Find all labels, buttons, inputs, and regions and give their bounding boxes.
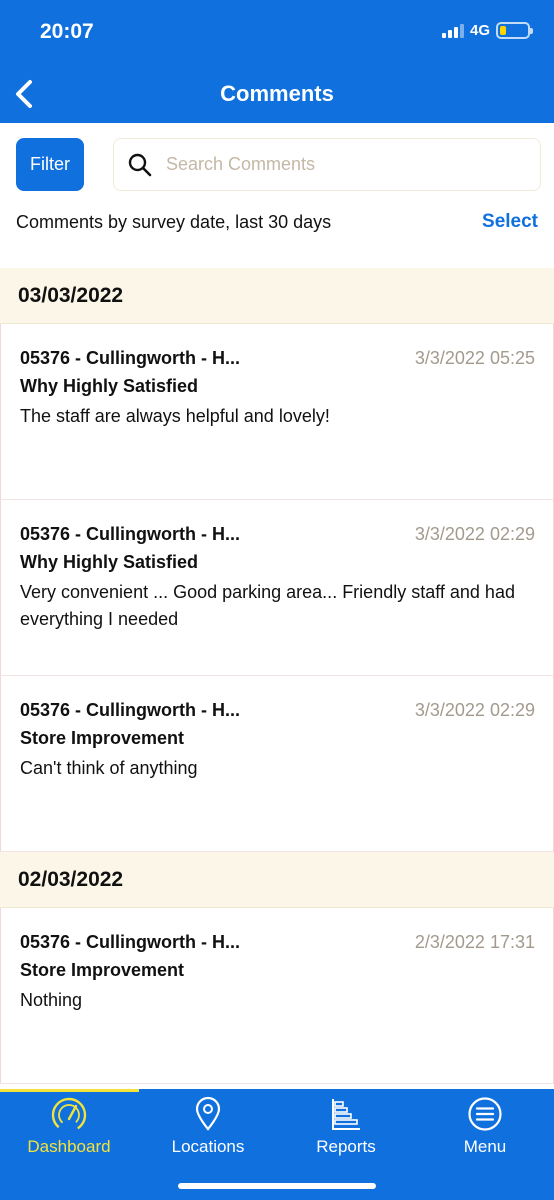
location-pin-icon — [193, 1095, 223, 1133]
comment-text: Nothing — [20, 990, 83, 1010]
comment-question: Store Improvement — [20, 728, 185, 748]
tab-reports[interactable]: Reports — [277, 1095, 415, 1165]
comment-store: 05376 - Cullingworth - H... — [20, 348, 241, 368]
home-indicator — [178, 1183, 376, 1189]
search-input[interactable] — [166, 154, 526, 175]
comment-item[interactable]: 05376 - Cullingworth - H... 3/3/2022 02:… — [0, 676, 554, 852]
comment-item[interactable]: 05376 - Cullingworth - H... 3/3/2022 05:… — [0, 324, 554, 500]
app-header: 20:07 4G Comments — [0, 0, 554, 123]
comment-store: 05376 - Cullingworth - H... — [20, 932, 241, 952]
comment-timestamp: 3/3/2022 02:29 — [414, 524, 535, 544]
search-icon — [118, 152, 162, 178]
comment-timestamp: 3/3/2022 05:25 — [414, 348, 535, 368]
select-button[interactable]: Select — [482, 211, 538, 233]
tab-label: Locations — [171, 1137, 245, 1156]
comment-text: Very convenient ... Good parking area...… — [20, 582, 515, 629]
search-box[interactable] — [113, 138, 541, 191]
comment-text: The staff are always helpful and lovely! — [20, 406, 330, 426]
comment-store: 05376 - Cullingworth - H... — [20, 700, 241, 720]
comment-store: 05376 - Cullingworth - H... — [20, 524, 241, 544]
page-title: Comments — [220, 81, 334, 106]
comment-question: Why Highly Satisfied — [20, 552, 199, 572]
battery-icon — [496, 22, 533, 39]
active-tab-indicator — [0, 1089, 139, 1092]
comment-question: Why Highly Satisfied — [20, 376, 199, 396]
status-indicators: 4G — [441, 22, 533, 39]
tab-locations[interactable]: Locations — [139, 1095, 277, 1165]
tab-label: Dashboard — [27, 1137, 111, 1156]
tab-label: Reports — [316, 1137, 376, 1156]
date-group-header: 02/03/2022 — [0, 852, 554, 908]
toolbar: Filter Comments by survey date, last 30 … — [0, 123, 554, 268]
signal-strength-icon — [441, 23, 464, 38]
comment-text: Can't think of anything — [20, 758, 198, 778]
menu-icon — [467, 1095, 503, 1133]
comments-list: 03/03/2022 05376 - Cullingworth - H... 3… — [0, 268, 554, 1084]
dashboard-gauge-icon — [49, 1095, 89, 1133]
tab-menu[interactable]: Menu — [416, 1095, 554, 1165]
date-group-header: 03/03/2022 — [0, 268, 554, 324]
reports-chart-icon — [329, 1095, 363, 1133]
comment-question: Store Improvement — [20, 960, 185, 980]
network-type: 4G — [469, 22, 490, 39]
date-range-label: Comments by survey date, last 30 days — [16, 212, 332, 232]
comment-timestamp: 3/3/2022 02:29 — [414, 700, 535, 720]
comment-item[interactable]: 05376 - Cullingworth - H... 2/3/2022 17:… — [0, 908, 554, 1084]
filter-button[interactable]: Filter — [16, 138, 84, 191]
tab-dashboard[interactable]: Dashboard — [0, 1095, 138, 1165]
comment-timestamp: 2/3/2022 17:31 — [414, 932, 535, 952]
comment-item[interactable]: 05376 - Cullingworth - H... 3/3/2022 02:… — [0, 500, 554, 676]
tab-label: Menu — [463, 1137, 507, 1156]
status-time: 20:07 — [40, 20, 94, 43]
